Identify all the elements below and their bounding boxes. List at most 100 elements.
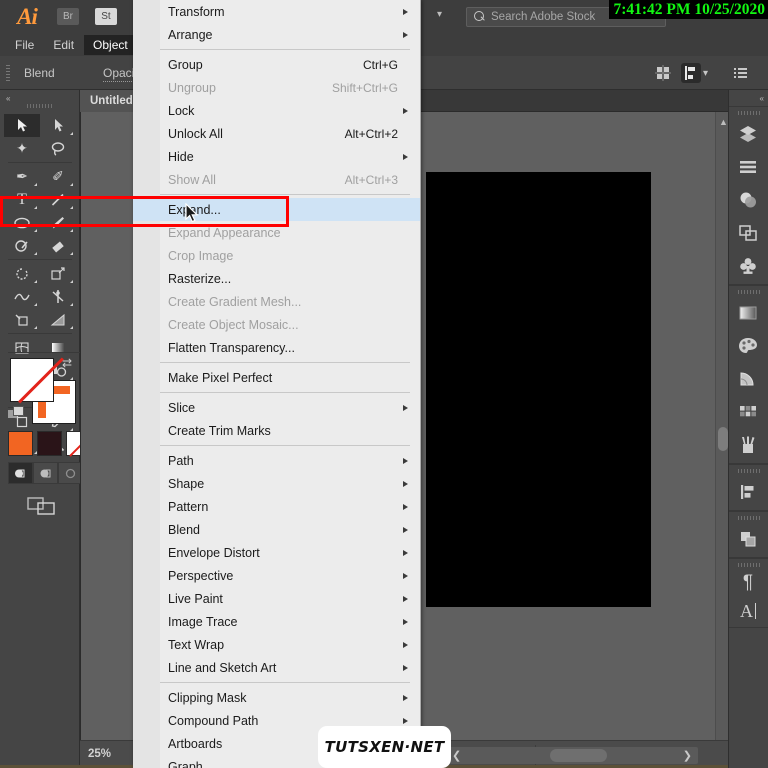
menu-item-lock[interactable]: Lock (133, 99, 420, 122)
menu-item-rasterize[interactable]: Rasterize... (133, 267, 420, 290)
scale-tool[interactable] (40, 262, 76, 285)
align-panel-icon[interactable] (681, 63, 701, 83)
color-swatches (8, 431, 91, 456)
shape-builder-tool[interactable] (4, 308, 40, 331)
transform-grid-icon[interactable] (653, 63, 673, 83)
menu-item-arrange[interactable]: Arrange (133, 23, 420, 46)
menu-item-clipping-mask[interactable]: Clipping Mask (133, 686, 420, 709)
width-tool[interactable] (4, 285, 40, 308)
default-fill-stroke-icon[interactable] (8, 406, 24, 419)
draw-behind-button[interactable] (33, 462, 58, 484)
canvas-horizontal-scrollbar[interactable]: ❮ ❯ (440, 747, 698, 764)
menu-item-group[interactable]: Group Ctrl+G (133, 53, 420, 76)
mesh-tool[interactable] (4, 336, 40, 359)
menu-item-slice[interactable]: Slice (133, 396, 420, 419)
line-segment-tool[interactable] (40, 188, 76, 211)
rotate-tool[interactable] (4, 262, 40, 285)
menu-object[interactable]: Object (84, 35, 137, 55)
watermark-text: TUTSXEN·NET (324, 738, 445, 756)
vertical-scroll-thumb[interactable] (718, 427, 728, 451)
menu-item-text-wrap[interactable]: Text Wrap (133, 633, 420, 656)
free-transform-tool[interactable] (40, 285, 76, 308)
document-chevron-icon[interactable]: ▾ (437, 9, 442, 20)
bridge-button[interactable]: Br (57, 8, 79, 25)
artboard-black-rectangle[interactable] (426, 172, 651, 607)
tool-corner-marker (70, 326, 73, 329)
menu-item-create-trim-marks[interactable]: Create Trim Marks (133, 419, 420, 442)
pen-tool[interactable]: ✒ (4, 165, 40, 188)
object-dropdown-menu[interactable]: Transform Arrange Group Ctrl+G Ungroup Shift+… (133, 0, 421, 768)
color-palette-icon[interactable] (729, 329, 767, 362)
artboards-icon[interactable] (729, 216, 767, 249)
swatch-orange[interactable] (8, 431, 33, 456)
menu-item-image-trace[interactable]: Image Trace (133, 610, 420, 633)
menu-item-unlock-all[interactable]: Unlock All Alt+Ctrl+2 (133, 122, 420, 145)
tools-panel-grip[interactable] (27, 104, 53, 108)
dock-group-grip[interactable] (737, 469, 760, 473)
menu-item-pattern[interactable]: Pattern (133, 495, 420, 518)
selection-tool[interactable] (4, 114, 40, 137)
dock-group-grip[interactable] (737, 290, 760, 294)
fill-swatch[interactable] (10, 358, 54, 402)
shaper-tool[interactable] (4, 234, 40, 257)
paintbrush-tool[interactable] (40, 211, 76, 234)
dock-group-align (729, 464, 768, 511)
paragraph-icon[interactable]: ¶ (729, 569, 767, 597)
horizontal-scroll-thumb[interactable] (550, 749, 607, 762)
menu-item-blend[interactable]: Blend (133, 518, 420, 541)
control-bar-grip[interactable] (6, 65, 10, 81)
type-tool[interactable]: T (4, 188, 40, 211)
brushes-icon[interactable] (729, 428, 767, 461)
dock-collapse-icon[interactable]: « (760, 94, 765, 103)
symbols-icon[interactable] (729, 249, 767, 282)
blend-mode-label[interactable]: Blend (24, 66, 55, 80)
gradient-icon[interactable] (729, 296, 767, 329)
perspective-grid-tool[interactable] (40, 308, 76, 331)
color-guide-icon[interactable] (729, 362, 767, 395)
layers-icon[interactable] (729, 117, 767, 150)
swatch-dark[interactable] (37, 431, 62, 456)
direct-selection-tool[interactable] (40, 114, 76, 137)
menu-item-flatten-transparency[interactable]: Flatten Transparency... (133, 336, 420, 359)
menu-item-line-and-sketch-art[interactable]: Line and Sketch Art (133, 656, 420, 679)
canvas-vertical-scrollbar[interactable]: ▲ (715, 112, 728, 740)
dock-group-grip[interactable] (737, 563, 760, 567)
ellipse-tool[interactable] (4, 211, 40, 234)
fill-stroke-control: ⇄ (8, 356, 76, 424)
pathfinder-icon[interactable] (729, 522, 767, 555)
menu-item-hide[interactable]: Hide (133, 145, 420, 168)
character-icon[interactable]: A (729, 597, 767, 625)
swatches-icon[interactable] (729, 395, 767, 428)
scroll-left-icon[interactable]: ❮ (452, 749, 461, 762)
menu-item-live-paint[interactable]: Live Paint (133, 587, 420, 610)
magic-wand-tool[interactable]: ✦ (4, 137, 40, 160)
align-list-icon[interactable] (729, 150, 767, 183)
draw-normal-button[interactable] (8, 462, 33, 484)
menu-item-make-pixel-perfect[interactable]: Make Pixel Perfect (133, 366, 420, 389)
menu-file[interactable]: File (6, 35, 43, 55)
stock-button[interactable]: St (95, 8, 117, 25)
align-panel-icon[interactable] (729, 475, 767, 508)
submenu-arrow-icon (403, 595, 408, 602)
menu-item-path[interactable]: Path (133, 449, 420, 472)
menu-item-shape[interactable]: Shape (133, 472, 420, 495)
menu-item-expand[interactable]: Expand... (133, 198, 420, 221)
eraser-tool[interactable] (40, 234, 76, 257)
properties-list-icon[interactable] (730, 63, 750, 83)
scroll-up-icon[interactable]: ▲ (719, 117, 728, 127)
menu-edit[interactable]: Edit (44, 35, 83, 55)
screen-mode-icon[interactable] (26, 494, 58, 518)
dock-group-grip[interactable] (737, 516, 760, 520)
transparency-icon[interactable] (729, 183, 767, 216)
zoom-level[interactable]: 25% (88, 748, 111, 760)
menu-item-perspective[interactable]: Perspective (133, 564, 420, 587)
swap-fill-stroke-icon[interactable]: ⇄ (62, 356, 72, 370)
dock-group-grip[interactable] (737, 111, 760, 115)
menu-item-envelope-distort[interactable]: Envelope Distort (133, 541, 420, 564)
menu-item-transform[interactable]: Transform (133, 0, 420, 23)
curvature-tool[interactable]: ✐ (40, 165, 76, 188)
scroll-right-icon[interactable]: ❯ (683, 749, 692, 762)
tools-collapse-icon[interactable]: « (6, 94, 11, 103)
lasso-tool[interactable] (40, 137, 76, 160)
chevron-down-icon[interactable]: ▾ (703, 68, 715, 88)
